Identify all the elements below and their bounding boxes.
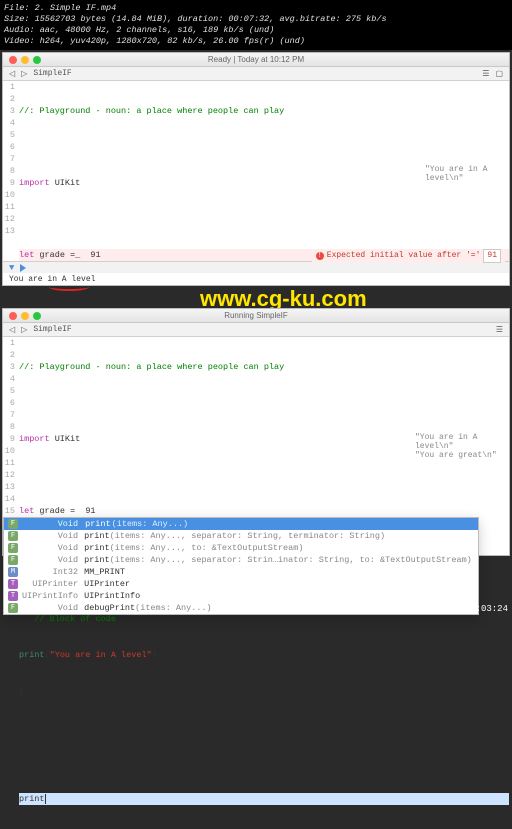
completion-kind-icon: F — [8, 543, 18, 553]
nav-fwd-icon[interactable]: ▷ — [21, 69, 27, 79]
tab-bar: ◁ ▷ SimpleIF ☰ — [3, 323, 509, 337]
line-gutter: 1234 5678 9101112 13 — [3, 81, 19, 261]
nav-back-icon[interactable]: ◁ — [9, 325, 15, 335]
completion-kind-icon: T — [8, 579, 18, 589]
completion-kind-icon: T — [8, 591, 18, 601]
completion-kind-icon: F — [8, 603, 18, 613]
inspector-icon[interactable]: ☰ — [482, 69, 489, 79]
text-cursor — [45, 794, 46, 804]
completion-name: print — [84, 518, 112, 530]
completion-type: Void — [22, 554, 78, 566]
result-sidebar: "You are in A level\n" "You are great\n" — [415, 433, 505, 460]
completion-name: MM_PRINT — [84, 566, 125, 578]
autocomplete-row[interactable]: T UIPrinter UIPrinter — [4, 578, 478, 590]
code-editor[interactable]: 1234 5678 9101112 131415 //: Playground … — [3, 337, 509, 555]
file-line: File: 2. Simple IF.mp4 — [4, 3, 508, 14]
nav-fwd-icon[interactable]: ▷ — [21, 325, 27, 335]
error-fix-value: 91 — [483, 249, 501, 263]
completion-name: UIPrintInfo — [84, 590, 140, 602]
autocomplete-row[interactable]: F Void print(items: Any..., separator: St… — [4, 554, 478, 566]
completion-kind-icon: F — [8, 519, 18, 529]
media-info-overlay: File: 2. Simple IF.mp4 Size: 15562703 by… — [0, 0, 512, 50]
nav-back-icon[interactable]: ◁ — [9, 69, 15, 79]
tab-bar: ◁ ▷ SimpleIF ☰ ▢ — [3, 67, 509, 81]
autocomplete-row[interactable]: F Void print(items: Any..., separator: St… — [4, 530, 478, 542]
file-tab[interactable]: SimpleIF — [33, 69, 71, 78]
result-value: "You are great\n" — [415, 451, 505, 460]
completion-type: UIPrintInfo — [22, 590, 78, 602]
file-tab[interactable]: SimpleIF — [33, 325, 71, 334]
completion-kind-icon: M — [8, 567, 18, 577]
window-titlebar[interactable]: Ready | Today at 10:12 PM — [3, 53, 509, 67]
assistant-icon[interactable]: ▢ — [495, 69, 503, 79]
completion-name: print — [84, 542, 110, 554]
completion-name: print — [84, 530, 110, 542]
xcode-window-bottom: Running SimpleIF ◁ ▷ SimpleIF ☰ 1234 567… — [2, 308, 510, 556]
completion-kind-icon: F — [8, 531, 18, 541]
timecode-bottom: 00:03:24 — [465, 604, 508, 614]
completion-name: debugPrint — [84, 602, 135, 614]
red-annotation — [49, 283, 89, 291]
xcode-window-top: Ready | Today at 10:12 PM ◁ ▷ SimpleIF ☰… — [2, 52, 510, 286]
completion-name: print — [84, 554, 110, 566]
size-line: Size: 15562703 bytes (14.84 MiB), durati… — [4, 14, 508, 25]
autocomplete-row[interactable]: M Int32 MM_PRINT — [4, 566, 478, 578]
completion-signature: (items: Any..., separator: String, termi… — [110, 530, 385, 542]
completion-signature: (items: Any...) — [112, 518, 189, 530]
audio-line: Audio: aac, 48000 Hz, 2 channels, s16, 1… — [4, 25, 508, 36]
autocomplete-row[interactable]: F Void print(items: Any...) — [4, 518, 478, 530]
completion-kind-icon: F — [8, 555, 18, 565]
error-badge[interactable]: ! Expected initial value after '=' 91 — [312, 249, 505, 263]
panel-icon[interactable]: ▼ — [9, 263, 14, 273]
completion-signature: (items: Any..., separator: Strin…inator:… — [110, 554, 472, 566]
completion-type: Int32 — [22, 566, 78, 578]
completion-type: UIPrinter — [22, 578, 78, 590]
window-title: Ready | Today at 10:12 PM — [3, 55, 509, 64]
window-titlebar[interactable]: Running SimpleIF — [3, 309, 509, 323]
result-value: "You are in A level\n" — [425, 165, 505, 183]
completion-name: UIPrinter — [84, 578, 130, 590]
result-value: "You are in A level\n" — [415, 433, 505, 451]
autocomplete-row[interactable]: F Void print(items: Any..., to: &TextOutp… — [4, 542, 478, 554]
completion-type: Void — [22, 542, 78, 554]
completion-signature: (items: Any..., to: &TextOutputStream) — [110, 542, 304, 554]
autocomplete-row[interactable]: F Void debugPrint(items: Any...) — [4, 602, 478, 614]
video-line: Video: h264, yuv420p, 1280x720, 82 kb/s,… — [4, 36, 508, 47]
completion-signature: (items: Any...) — [135, 602, 212, 614]
window-title: Running SimpleIF — [3, 311, 509, 320]
code-editor[interactable]: 1234 5678 9101112 13 //: Playground - no… — [3, 81, 509, 261]
completion-type: Void — [22, 518, 78, 530]
completion-type: Void — [22, 602, 78, 614]
autocomplete-row[interactable]: T UIPrintInfo UIPrintInfo — [4, 590, 478, 602]
error-icon: ! — [316, 252, 324, 260]
inspector-icon[interactable]: ☰ — [496, 325, 503, 335]
completion-type: Void — [22, 530, 78, 542]
autocomplete-popup[interactable]: F Voidprint(items: Any...)F Voidprint(it… — [3, 517, 479, 615]
error-text: Expected initial value after '=' — [327, 250, 481, 262]
result-sidebar: "You are in A level\n" — [425, 165, 505, 183]
